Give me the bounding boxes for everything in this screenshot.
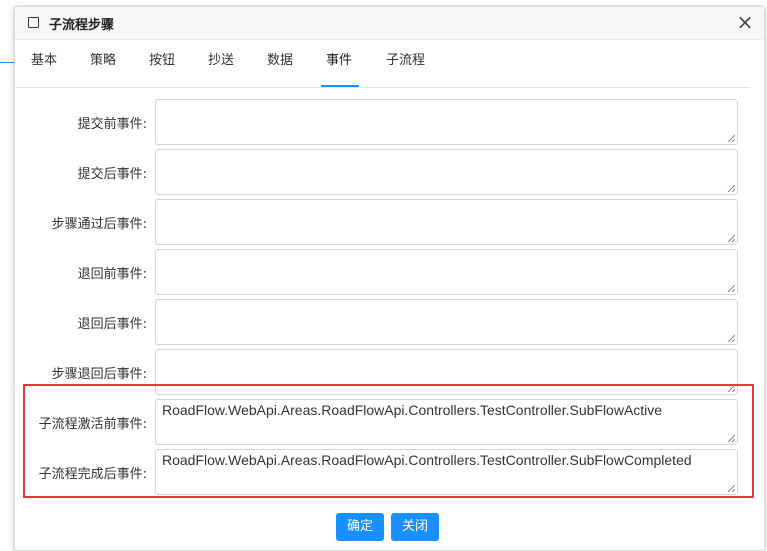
resize-grip-icon[interactable]: [727, 134, 735, 142]
resize-grip-icon[interactable]: [727, 284, 735, 292]
resize-grip-icon[interactable]: [727, 234, 735, 242]
form-row-step-returned: 步骤退回后事件:: [15, 349, 764, 395]
form-row-step-pass: 步骤通过后事件:: [15, 199, 764, 245]
form-row-after-return: 退回后事件:: [15, 299, 764, 345]
tab-subflow[interactable]: 子流程: [384, 49, 427, 68]
field-label: 退回后事件:: [77, 317, 147, 332]
dialog-titlebar: 子流程步骤 ×: [15, 7, 764, 40]
form-row-before-return: 退回前事件:: [15, 249, 764, 295]
form-row-subflow-before-activate: 子流程激活前事件: RoadFlow.WebApi.Areas.RoadFlow…: [15, 399, 764, 445]
close-button[interactable]: 关闭: [391, 513, 439, 541]
resize-grip-icon[interactable]: [727, 184, 735, 192]
after-submit-event-input[interactable]: [155, 149, 738, 195]
dialog-title: 子流程步骤: [49, 18, 115, 33]
resize-grip-icon[interactable]: [727, 434, 735, 442]
subflow-step-dialog: 子流程步骤 × 基本 策略 按钮 抄送 数据 事件 子流程 提交前事件: 提交后…: [14, 6, 765, 551]
subflow-before-activate-event-input[interactable]: RoadFlow.WebApi.Areas.RoadFlowApi.Contro…: [155, 399, 738, 445]
tab-events[interactable]: 事件: [324, 49, 354, 68]
field-label: 步骤退回后事件:: [51, 367, 147, 382]
resize-grip-icon[interactable]: [727, 484, 735, 492]
before-return-event-input[interactable]: [155, 249, 738, 295]
confirm-button[interactable]: 确定: [336, 513, 384, 541]
resize-grip-icon[interactable]: [727, 384, 735, 392]
resize-grip-icon[interactable]: [727, 334, 735, 342]
form-row-after-submit: 提交后事件:: [15, 149, 764, 195]
step-returned-event-input[interactable]: [155, 349, 738, 395]
after-return-event-input[interactable]: [155, 299, 738, 345]
field-label: 退回前事件:: [77, 267, 147, 282]
tab-basic[interactable]: 基本: [29, 49, 59, 68]
field-value: RoadFlow.WebApi.Areas.RoadFlowApi.Contro…: [162, 402, 663, 418]
step-pass-event-input[interactable]: [155, 199, 738, 245]
tab-cc[interactable]: 抄送: [206, 49, 236, 68]
field-label: 子流程完成后事件:: [38, 467, 147, 482]
field-label: 提交前事件:: [77, 117, 147, 132]
close-icon[interactable]: ×: [734, 11, 756, 33]
tab-strategy[interactable]: 策略: [88, 49, 118, 68]
window-icon: [28, 17, 39, 28]
field-label: 子流程激活前事件:: [38, 417, 147, 432]
tab-bar: 基本 策略 按钮 抄送 数据 事件 子流程: [15, 39, 750, 88]
active-tab-indicator: [321, 85, 359, 87]
field-value: RoadFlow.WebApi.Areas.RoadFlowApi.Contro…: [162, 452, 692, 468]
form-row-before-submit: 提交前事件:: [15, 99, 764, 145]
tab-data[interactable]: 数据: [265, 49, 295, 68]
field-label: 提交后事件:: [77, 167, 147, 182]
tab-buttons[interactable]: 按钮: [147, 49, 177, 68]
before-submit-event-input[interactable]: [155, 99, 738, 145]
subflow-after-complete-event-input[interactable]: RoadFlow.WebApi.Areas.RoadFlowApi.Contro…: [155, 449, 738, 495]
form-row-subflow-after-complete: 子流程完成后事件: RoadFlow.WebApi.Areas.RoadFlow…: [15, 449, 764, 495]
field-label: 步骤通过后事件:: [51, 217, 147, 232]
